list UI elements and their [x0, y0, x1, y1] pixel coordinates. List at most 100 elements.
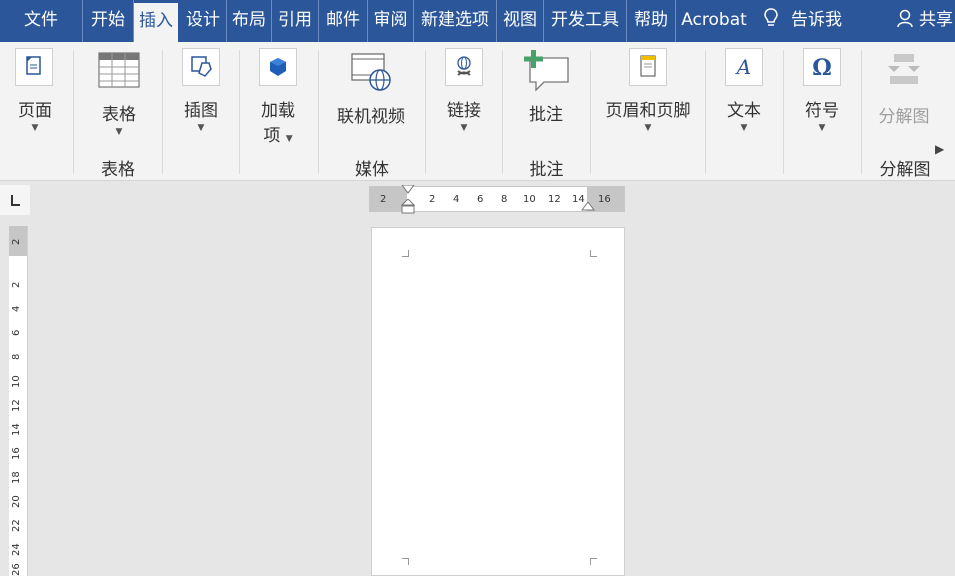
- group-separator: [239, 50, 240, 174]
- text-button[interactable]: A 文本 ▼: [713, 48, 775, 133]
- ruler-number: 26: [11, 563, 22, 576]
- ruler-number: 2: [429, 194, 436, 205]
- link-icon: [445, 48, 483, 86]
- group-label-exploded-view: 分解图: [879, 160, 931, 180]
- ruler-number: 20: [11, 495, 22, 508]
- addins-label-line2: 项 ▼: [263, 126, 293, 146]
- ruler-number: 2: [11, 238, 22, 245]
- ruler-number: 2: [11, 281, 22, 288]
- table-label: 表格: [102, 105, 136, 125]
- tab-home[interactable]: 开始: [83, 0, 134, 42]
- group-separator: [162, 50, 163, 174]
- share-label: 共享: [919, 10, 953, 30]
- illustrations-label: 插图: [184, 101, 218, 121]
- vertical-ruler[interactable]: 2 2 4 6 8 10 12 14 16 18 20 22 24 26: [9, 226, 28, 576]
- horizontal-ruler[interactable]: 2 2 4 6 8 10 12 14 16: [369, 185, 625, 215]
- crop-mark-bottom-right: [590, 558, 597, 565]
- tab-layout[interactable]: 布局: [227, 0, 272, 42]
- person-icon: [897, 9, 913, 28]
- exploded-view-button[interactable]: 分解图: [868, 52, 940, 127]
- document-page[interactable]: [371, 227, 625, 576]
- lightbulb-icon: [764, 8, 778, 26]
- tab-mailings[interactable]: 邮件: [319, 0, 368, 42]
- header-footer-button[interactable]: 页眉和页脚 ▼: [600, 48, 696, 133]
- online-video-label: 联机视频: [337, 107, 405, 127]
- omega-icon: Ω: [803, 48, 841, 86]
- new-comment-label: 批注: [529, 105, 563, 125]
- tell-me-label: 告诉我: [791, 10, 842, 30]
- first-line-indent-marker[interactable]: [401, 185, 415, 197]
- symbols-button[interactable]: Ω 符号 ▼: [791, 48, 853, 133]
- chevron-down-icon: ▼: [115, 127, 123, 137]
- tab-help[interactable]: 帮助: [627, 0, 676, 42]
- group-label-table: 表格: [101, 160, 135, 180]
- share-button[interactable]: 共享: [897, 0, 953, 42]
- illustrations-button[interactable]: 插图 ▼: [170, 48, 232, 133]
- crop-mark-bottom-left: [402, 558, 409, 565]
- tab-new-options[interactable]: 新建选项: [414, 0, 497, 42]
- ruler-number: 12: [548, 194, 561, 205]
- links-button[interactable]: 链接 ▼: [433, 48, 495, 133]
- addins-icon: [259, 48, 297, 86]
- tab-review[interactable]: 审阅: [368, 0, 414, 42]
- pages-button[interactable]: 页面 ▼: [4, 48, 66, 133]
- ruler-number: 10: [523, 194, 536, 205]
- tab-developer[interactable]: 开发工具: [544, 0, 627, 42]
- ruler-number: 16: [598, 194, 611, 205]
- text-label: 文本: [727, 101, 761, 121]
- ruler-number: 10: [11, 375, 22, 388]
- chevron-down-icon: ▼: [31, 123, 39, 133]
- chevron-down-icon: ▼: [818, 123, 826, 133]
- ruler-number: 24: [11, 543, 22, 556]
- symbols-label: 符号: [805, 101, 839, 121]
- group-separator: [783, 50, 784, 174]
- header-footer-label: 页眉和页脚: [605, 101, 691, 121]
- chevron-down-icon: ▼: [197, 123, 205, 133]
- left-tab-stop-icon: [11, 195, 20, 206]
- chevron-down-icon: ▼: [460, 123, 468, 133]
- ruler-number: 22: [11, 519, 22, 532]
- tab-file[interactable]: 文件: [0, 0, 83, 42]
- tab-view[interactable]: 视图: [497, 0, 544, 42]
- addins-label-line1: 加载: [261, 101, 295, 121]
- group-separator: [425, 50, 426, 174]
- online-video-icon: [351, 53, 391, 91]
- hanging-indent-marker[interactable]: [401, 199, 415, 215]
- tab-selector[interactable]: [0, 185, 30, 215]
- tab-references[interactable]: 引用: [272, 0, 319, 42]
- text-icon: A: [725, 48, 763, 86]
- ruler-number: 4: [11, 305, 22, 312]
- ribbon-scroll-right-icon[interactable]: ▶: [935, 142, 944, 156]
- ruler-number: 4: [453, 194, 460, 205]
- ribbon-insert: 页面 ▼ 表格 ▼ 表格 插图 ▼ 加载 项 ▼ 联机视频 媒体 链接 ▼ 批注…: [0, 42, 955, 181]
- table-button[interactable]: 表格 ▼: [88, 52, 150, 137]
- tell-me-box[interactable]: 告诉我: [763, 0, 842, 42]
- table-icon: [98, 52, 140, 88]
- exploded-view-label: 分解图: [878, 107, 930, 127]
- ruler-number: 18: [11, 471, 22, 484]
- ruler-number: 16: [11, 447, 22, 460]
- ruler-number: 6: [477, 194, 484, 205]
- ruler-number: 2: [380, 194, 387, 205]
- exploded-view-icon: [888, 54, 920, 84]
- svg-text:A: A: [735, 55, 751, 79]
- online-video-button[interactable]: 联机视频: [331, 52, 411, 127]
- ruler-number: 14: [11, 423, 22, 436]
- new-comment-icon: [524, 50, 569, 92]
- chevron-down-icon: ▼: [740, 123, 748, 133]
- svg-text:Ω: Ω: [812, 55, 832, 81]
- header-footer-icon: [629, 48, 667, 86]
- tab-acrobat[interactable]: Acrobat: [676, 0, 752, 42]
- crop-mark-top-right: [590, 250, 597, 257]
- illustrations-icon: [182, 48, 220, 86]
- crop-mark-top-left: [402, 250, 409, 257]
- tab-design[interactable]: 设计: [180, 0, 227, 42]
- group-label-comments: 批注: [529, 160, 564, 180]
- tab-insert[interactable]: 插入: [134, 3, 178, 42]
- ribbon-tab-bar: 文件 开始 插入 设计 布局 引用 邮件 审阅 新建选项 视图 开发工具 帮助 …: [0, 0, 955, 42]
- new-comment-button[interactable]: 批注: [515, 50, 577, 125]
- addins-button[interactable]: 加载 项 ▼: [247, 48, 309, 146]
- ruler-number: 8: [11, 353, 22, 360]
- ruler-number: 12: [11, 399, 22, 412]
- right-indent-marker[interactable]: [581, 202, 595, 212]
